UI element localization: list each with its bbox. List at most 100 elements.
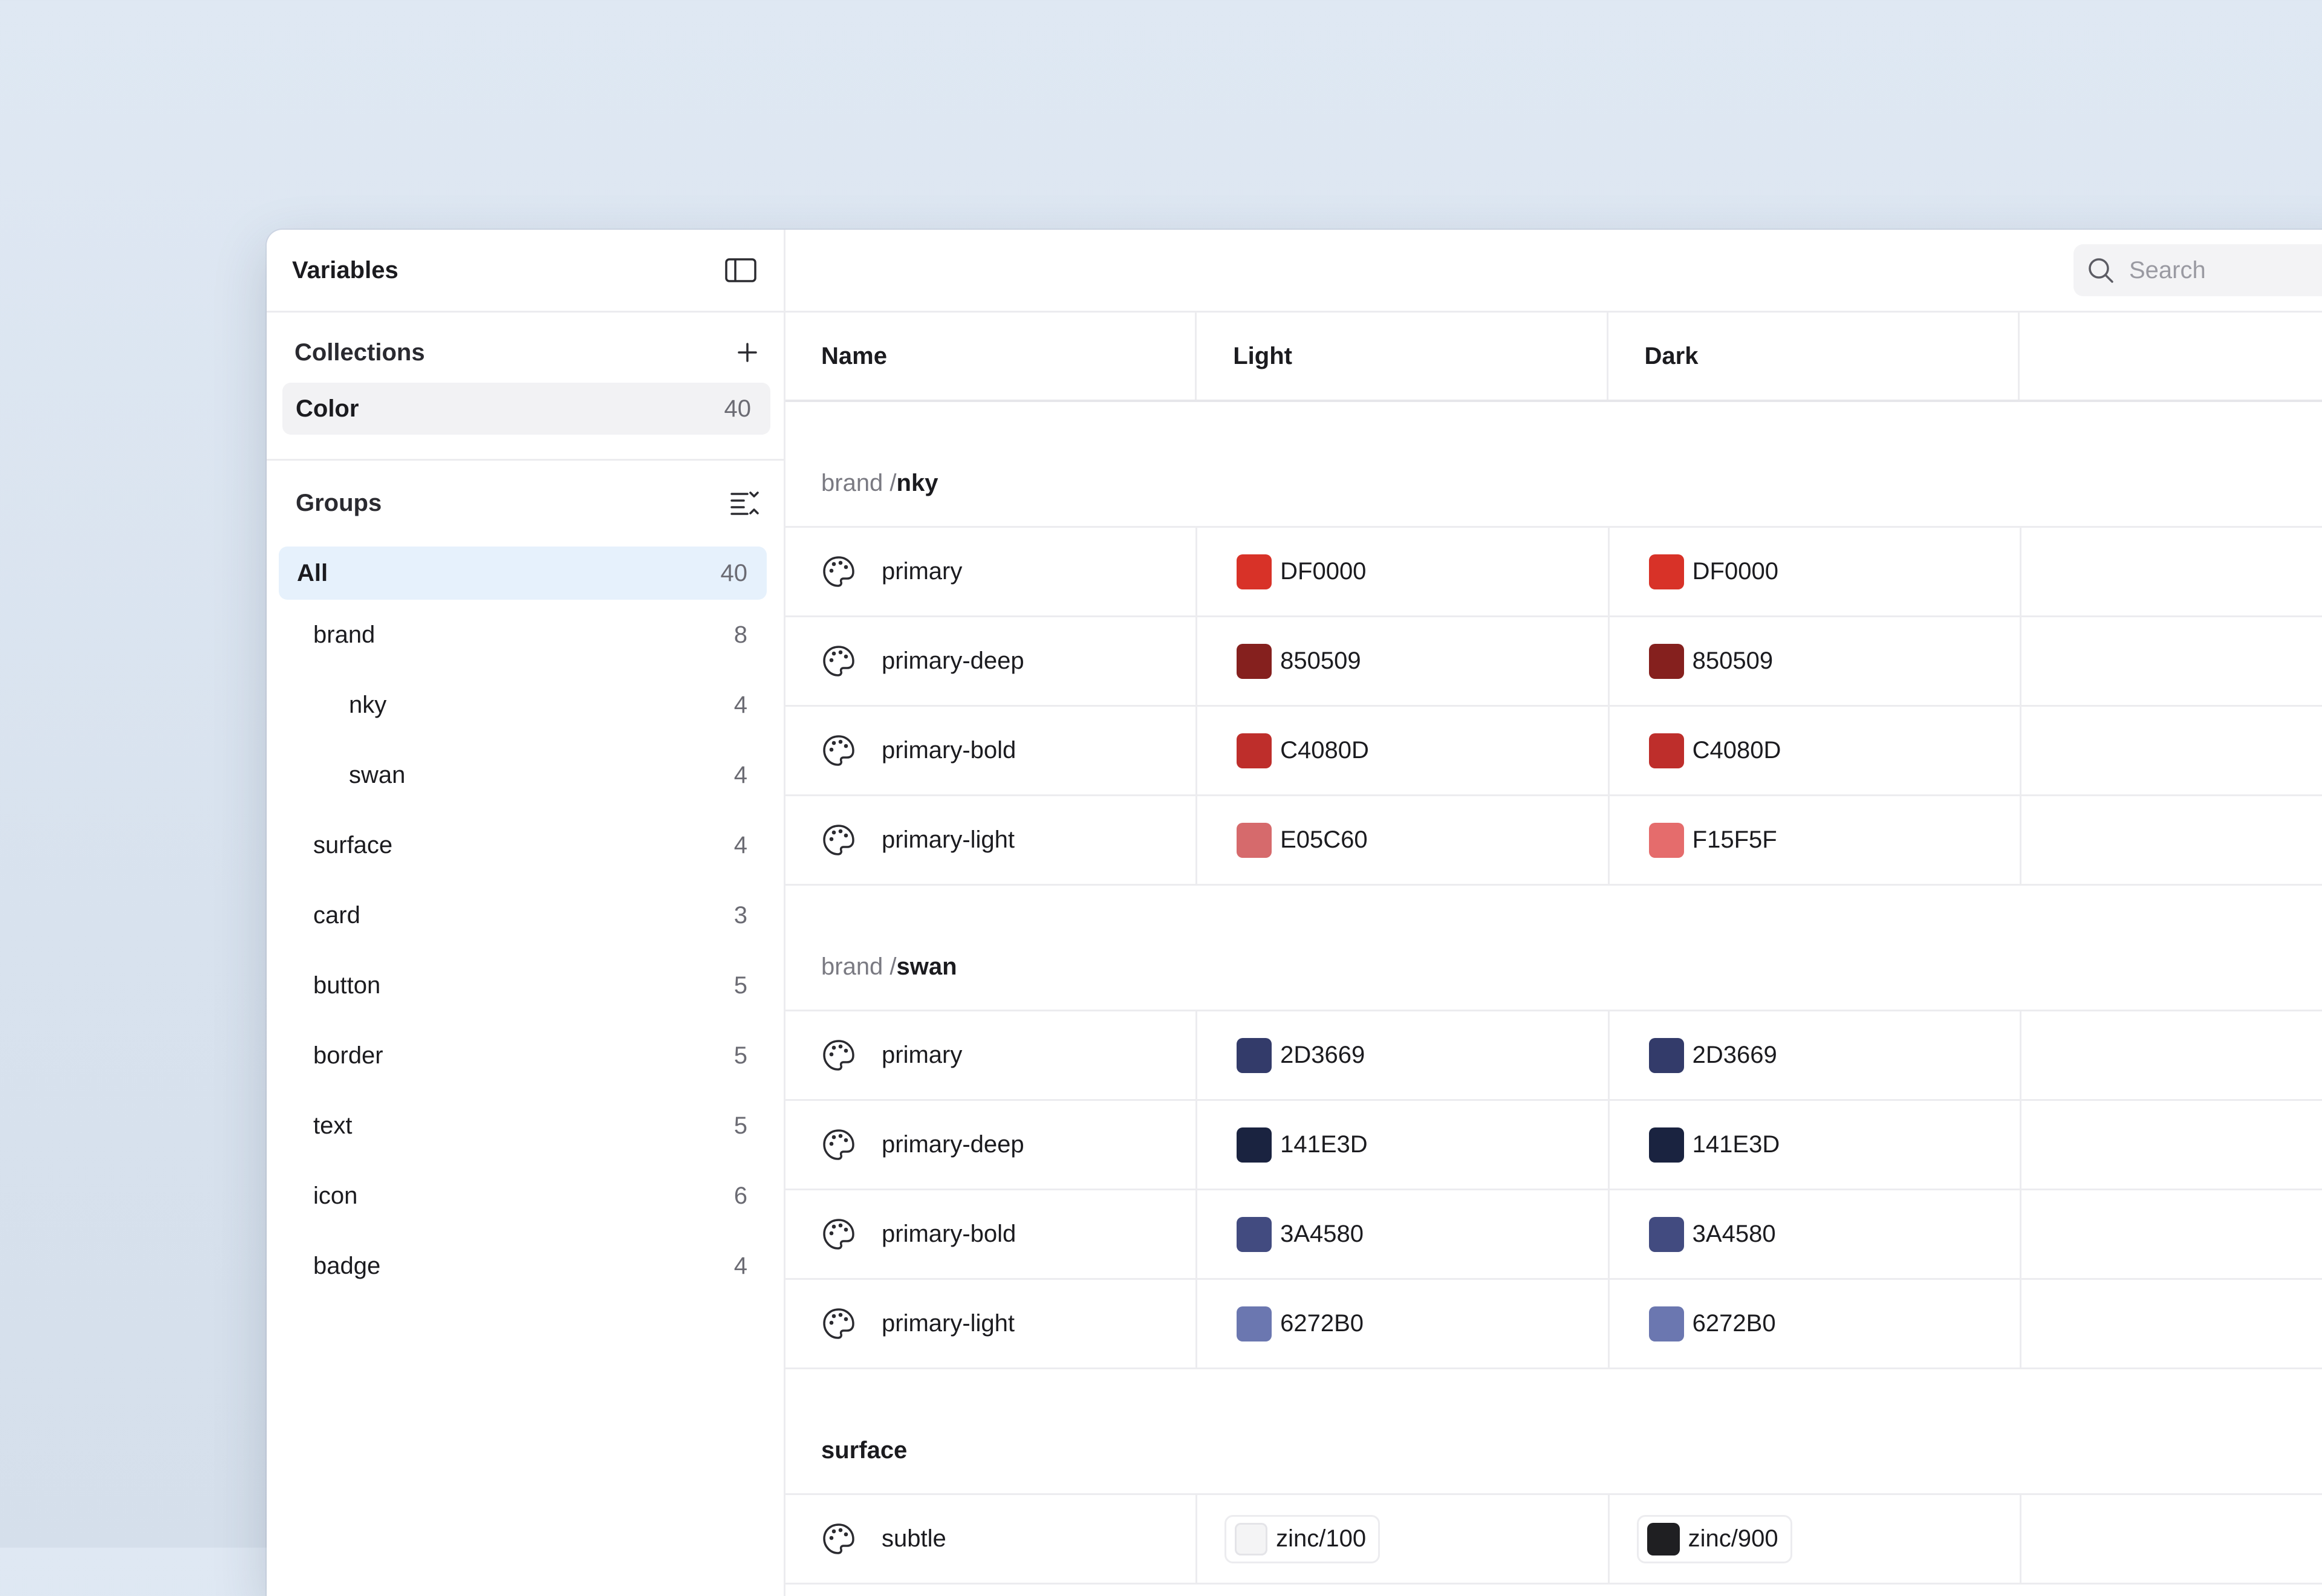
light-value-cell[interactable]: 850509 xyxy=(1197,617,1610,705)
alias-chip[interactable]: zinc/900 xyxy=(1636,1514,1792,1563)
dark-value-cell[interactable]: 2D3669 xyxy=(1610,1011,2022,1099)
dark-value-cell[interactable]: 850509 xyxy=(1610,617,2022,705)
color-swatch[interactable] xyxy=(1647,1522,1680,1555)
light-value-cell[interactable]: DF0000 xyxy=(1197,528,1610,615)
color-swatch[interactable] xyxy=(1237,733,1272,768)
color-swatch[interactable] xyxy=(1648,1037,1684,1073)
table-row[interactable]: primary-bold C4080D C4080D xyxy=(785,707,2322,796)
variable-name-cell[interactable]: primary xyxy=(785,1011,1198,1099)
group-item-brand[interactable]: brand 8 xyxy=(267,600,784,670)
dark-value-cell[interactable]: 6272B0 xyxy=(1610,1280,2022,1367)
group-item-all[interactable]: All 40 xyxy=(279,547,767,600)
dark-value-cell[interactable]: F15F5F xyxy=(1610,796,2022,884)
group-item-text[interactable]: text 5 xyxy=(267,1091,784,1161)
group-name: surface xyxy=(821,1437,908,1464)
group-count: 8 xyxy=(733,621,747,648)
empty-mode-cell xyxy=(2021,1495,2322,1583)
group-label: card xyxy=(313,901,360,929)
group-item-border[interactable]: border 5 xyxy=(267,1020,784,1091)
dark-value-cell[interactable]: DF0000 xyxy=(1610,528,2022,615)
dark-value-cell[interactable]: 141E3D xyxy=(1610,1101,2022,1189)
group-item-card[interactable]: card 3 xyxy=(267,880,784,950)
toggle-sidebar-icon[interactable] xyxy=(724,258,757,283)
group-label: All xyxy=(297,559,328,586)
color-value: F15F5F xyxy=(1692,826,1777,853)
variable-name-cell[interactable]: primary-deep xyxy=(785,617,1198,705)
light-value-cell[interactable]: C4080D xyxy=(1197,707,1610,794)
variable-name-cell[interactable]: primary-deep xyxy=(785,1101,1198,1189)
table-row[interactable]: primary-light 6272B0 6272B0 xyxy=(785,1280,2322,1369)
column-header-dark[interactable]: Dark xyxy=(1608,313,2020,400)
topbar xyxy=(785,230,2322,313)
table-row[interactable]: primary DF0000 DF0000 xyxy=(785,528,2322,617)
alias-chip[interactable]: zinc/100 xyxy=(1224,1514,1381,1563)
light-value-cell[interactable]: 3A4580 xyxy=(1197,1190,1610,1278)
color-value: 850509 xyxy=(1280,647,1361,674)
collapse-groups-icon[interactable] xyxy=(729,489,761,517)
color-swatch[interactable] xyxy=(1237,1216,1272,1252)
variable-name-cell[interactable]: primary xyxy=(785,528,1198,615)
variable-name: primary-light xyxy=(882,826,1015,853)
collection-item-color[interactable]: Color 40 xyxy=(282,383,770,435)
light-value-cell[interactable]: 141E3D xyxy=(1197,1101,1610,1189)
table-row[interactable]: subtle zinc/100 zinc/900 xyxy=(785,1495,2322,1585)
light-value-cell[interactable]: E05C60 xyxy=(1197,796,1610,884)
column-header-light[interactable]: Light xyxy=(1197,313,1608,400)
group-item-swan[interactable]: swan 4 xyxy=(267,740,784,810)
group-path: brand / xyxy=(821,470,897,496)
dark-value-cell[interactable]: 3A4580 xyxy=(1610,1190,2022,1278)
color-swatch[interactable] xyxy=(1235,1522,1268,1555)
table-row[interactable]: primary 2D3669 2D3669 xyxy=(785,1011,2322,1101)
group-label: surface xyxy=(313,831,393,858)
color-swatch[interactable] xyxy=(1648,1127,1684,1163)
dark-value-cell[interactable]: zinc/900 xyxy=(1610,1495,2022,1583)
color-swatch[interactable] xyxy=(1648,733,1684,768)
color-swatch[interactable] xyxy=(1237,822,1272,858)
group-item-button[interactable]: button 5 xyxy=(267,950,784,1020)
table-row[interactable]: primary-deep 850509 850509 xyxy=(785,617,2322,707)
sidebar-title: Variables xyxy=(292,256,398,284)
search-box[interactable] xyxy=(2073,244,2322,296)
column-header-add[interactable] xyxy=(2020,313,2322,400)
color-swatch[interactable] xyxy=(1648,822,1684,858)
variable-name-cell[interactable]: primary-light xyxy=(785,1280,1198,1367)
group-item-surface[interactable]: surface 4 xyxy=(267,810,784,880)
variable-name-cell[interactable]: primary-bold xyxy=(785,707,1198,794)
light-value-cell[interactable]: 2D3669 xyxy=(1197,1011,1610,1099)
table-row[interactable]: primary-light E05C60 F15F5F xyxy=(785,796,2322,886)
add-collection-icon[interactable] xyxy=(735,340,759,365)
color-swatch[interactable] xyxy=(1237,554,1272,589)
variable-name: primary-bold xyxy=(882,1221,1016,1247)
table-row[interactable]: primary-deep 141E3D 141E3D xyxy=(785,1101,2322,1190)
variable-name-cell[interactable]: primary-bold xyxy=(785,1190,1198,1278)
collections-header: Collections xyxy=(267,331,784,374)
light-value-cell[interactable]: zinc/100 xyxy=(1197,1495,1610,1583)
table-row[interactable]: primary-bold 3A4580 3A4580 xyxy=(785,1190,2322,1280)
color-swatch[interactable] xyxy=(1237,1037,1272,1073)
palette-icon xyxy=(823,824,854,855)
search-input[interactable] xyxy=(2128,256,2322,285)
group-path: brand / xyxy=(821,953,897,980)
color-swatch[interactable] xyxy=(1648,1216,1684,1252)
color-swatch[interactable] xyxy=(1237,1306,1272,1341)
color-swatch[interactable] xyxy=(1237,1127,1272,1163)
light-value-cell[interactable]: 6272B0 xyxy=(1197,1280,1610,1367)
dark-value-cell[interactable]: C4080D xyxy=(1610,707,2022,794)
color-value: 141E3D xyxy=(1692,1131,1780,1158)
group-item-icon[interactable]: icon 6 xyxy=(267,1161,784,1231)
variable-name-cell[interactable]: subtle xyxy=(785,1495,1198,1583)
empty-mode-cell xyxy=(2021,528,2322,615)
color-swatch[interactable] xyxy=(1648,1306,1684,1341)
group-item-badge[interactable]: badge 4 xyxy=(267,1231,784,1301)
column-header-name[interactable]: Name xyxy=(785,313,1197,400)
variable-name-cell[interactable]: primary-light xyxy=(785,796,1198,884)
group-count: 40 xyxy=(720,559,748,586)
group-count: 4 xyxy=(733,831,747,858)
color-swatch[interactable] xyxy=(1648,554,1684,589)
group-item-nky[interactable]: nky 4 xyxy=(267,670,784,740)
color-swatch[interactable] xyxy=(1648,643,1684,679)
groups-header: Groups xyxy=(267,481,784,525)
variables-table: Name Light Dark brand / nky primary DF000… xyxy=(785,313,2322,1585)
group-name: swan xyxy=(896,953,957,980)
color-swatch[interactable] xyxy=(1237,643,1272,679)
